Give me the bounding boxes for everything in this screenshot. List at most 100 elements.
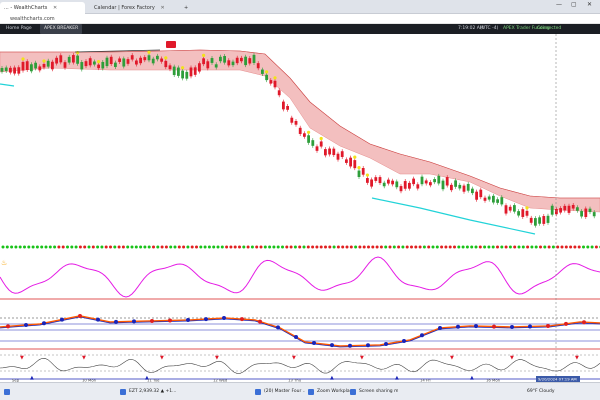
signal-dot (414, 245, 418, 249)
close-window-icon[interactable]: ✕ (587, 1, 592, 8)
candle-body (277, 90, 281, 96)
tab-wealthcharts[interactable]: ... - WealthCharts ✕ (0, 2, 85, 14)
candle-body (59, 55, 63, 63)
candle-body (319, 141, 323, 147)
trend-dot (564, 321, 568, 326)
sell-arrow-marker: ▼ (450, 355, 454, 361)
trend-dot (528, 324, 532, 329)
address-bar[interactable]: wealthcharts.com (0, 14, 600, 24)
candle-body (336, 153, 340, 160)
home-page-link[interactable]: Home Page (6, 24, 32, 34)
signal-dot (156, 245, 160, 249)
candle-body (109, 56, 113, 65)
candle-body (303, 133, 306, 137)
signal-dot (289, 245, 293, 249)
signal-dot (483, 245, 487, 249)
close-tab-icon[interactable]: ✕ (53, 5, 57, 11)
signal-dot (371, 245, 375, 249)
signal-dot (96, 245, 100, 249)
candle-body (256, 63, 260, 69)
signal-dot (48, 245, 52, 249)
trend-dot (348, 343, 352, 348)
signal-dot (569, 245, 573, 249)
candle-body (269, 80, 273, 84)
taskbar-app-zoom[interactable]: Zoom Workplace (308, 387, 350, 397)
buy-arrow-marker: ▲ (330, 375, 334, 381)
candle-body (147, 55, 151, 61)
signal-dot (418, 245, 422, 249)
close-tab-icon[interactable]: ✕ (160, 5, 164, 11)
signal-dot (345, 245, 349, 249)
signal-dot (427, 245, 431, 249)
signal-dot (250, 245, 254, 249)
minimize-icon[interactable]: — (556, 1, 562, 8)
trend-dot (240, 317, 244, 322)
signal-marker (97, 60, 101, 64)
candle-body (214, 64, 218, 68)
tab-forex-factory[interactable]: Calendar | Forex Factory ✕ (90, 2, 175, 14)
sell-arrow-marker: ▼ (20, 355, 24, 361)
signal-dot (560, 245, 564, 249)
signal-dot (246, 245, 250, 249)
signal-dot (358, 245, 362, 249)
candle-body (25, 61, 29, 70)
candle-body (88, 58, 92, 66)
apex-breaker-button[interactable]: APEX BREAKER (40, 24, 83, 34)
trend-dot (546, 324, 550, 329)
new-tab-button[interactable]: + (180, 2, 192, 14)
taskbar-app-screen-sharing[interactable]: Screen sharing mee... (350, 387, 398, 397)
signal-dot (315, 245, 319, 249)
candle-body (315, 146, 319, 151)
maximize-icon[interactable]: ▢ (571, 1, 577, 8)
signal-dot (392, 245, 396, 249)
trend-dot (474, 324, 478, 329)
signal-dot (474, 245, 478, 249)
candle-body (513, 205, 516, 212)
trading-chart[interactable]: ♨ ▼▼▼▼▼▼▼▼▼▲▲▲▲▲▲ Sep10 Mon11 Tue12 Wed1… (0, 34, 600, 382)
trend-dot (366, 343, 370, 348)
candle-body (97, 64, 100, 69)
candle-body (433, 179, 436, 183)
candle-body (429, 182, 432, 186)
signal-dot (293, 245, 297, 249)
signal-dot (435, 245, 439, 249)
candle-body (592, 212, 596, 217)
candle-body (357, 170, 361, 177)
signal-dot (276, 245, 280, 249)
candle-body (118, 58, 121, 62)
signal-marker (357, 165, 361, 170)
signal-dot (367, 245, 370, 249)
candle-body (42, 64, 46, 68)
signal-dot (78, 245, 82, 249)
trend-dot (456, 324, 460, 329)
signal-dot (410, 245, 413, 249)
candle-body (21, 61, 25, 71)
signal-dot (453, 245, 456, 249)
buy-arrow-marker: ▲ (470, 375, 474, 381)
signal-dot (87, 245, 91, 249)
signal-dot (461, 245, 465, 249)
candle-body (265, 74, 268, 81)
signal-dot (543, 245, 547, 249)
taskbar-app-master-four[interactable]: (20) Master Four ... (255, 387, 305, 397)
signal-dot (259, 245, 263, 249)
trend-dot (78, 314, 82, 318)
signal-dot (311, 245, 315, 249)
sell-arrow-marker: ▼ (215, 355, 219, 361)
signal-dot (186, 245, 190, 249)
signal-dot (203, 245, 207, 249)
candle-body (231, 61, 235, 66)
candle-body (311, 140, 315, 146)
candle-body (34, 62, 37, 69)
start-button[interactable] (4, 387, 32, 397)
trend-dot (330, 343, 334, 348)
candle-body (273, 80, 277, 88)
taskbar-app-ezt[interactable]: EZT 2,939.32 ▲ +1... (120, 387, 190, 397)
candle-body (408, 182, 411, 189)
signal-dot (199, 245, 203, 249)
signal-dot (160, 245, 164, 249)
signal-dot (306, 245, 310, 249)
candle-body (298, 127, 302, 134)
signal-dot (324, 245, 327, 249)
signal-dot (281, 245, 284, 249)
